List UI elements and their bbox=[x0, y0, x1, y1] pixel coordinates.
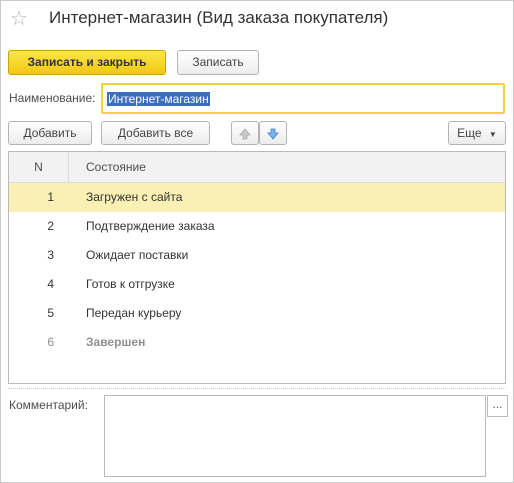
name-label: Наименование: bbox=[9, 91, 96, 105]
table-row[interactable]: 2 Подтверждение заказа bbox=[9, 212, 505, 241]
more-label: Еще bbox=[457, 126, 482, 140]
form-window: ☆ Интернет-магазин (Вид заказа покупател… bbox=[0, 0, 514, 483]
divider bbox=[8, 388, 506, 389]
row-state: Передан курьеру bbox=[86, 306, 182, 320]
caret-down-icon: ▼ bbox=[488, 130, 497, 139]
star-icon[interactable]: ☆ bbox=[10, 9, 30, 29]
states-table[interactable]: N Состояние 1 Загружен с сайта 2 Подтвер… bbox=[8, 151, 506, 384]
row-number: 1 bbox=[47, 190, 54, 204]
add-button[interactable]: Добавить bbox=[8, 121, 92, 145]
comment-select-button[interactable]: ... bbox=[487, 395, 508, 417]
move-down-button[interactable] bbox=[259, 121, 287, 145]
column-header-n[interactable]: N bbox=[9, 152, 69, 182]
name-field-value: Интернет-магазин bbox=[107, 91, 210, 106]
row-number: 6 bbox=[47, 335, 54, 349]
column-header-state[interactable]: Состояние bbox=[86, 152, 146, 182]
table-row[interactable]: 1 Загружен с сайта bbox=[9, 183, 505, 212]
add-all-button[interactable]: Добавить все bbox=[101, 121, 210, 145]
comment-label: Комментарий: bbox=[9, 398, 88, 412]
row-state: Завершен bbox=[86, 335, 146, 349]
row-number: 5 bbox=[47, 306, 54, 320]
window-title: Интернет-магазин (Вид заказа покупателя) bbox=[49, 8, 389, 27]
comment-field[interactable] bbox=[104, 395, 486, 477]
row-number: 4 bbox=[47, 277, 54, 291]
row-state: Готов к отгрузке bbox=[86, 277, 175, 291]
table-row[interactable]: 5 Передан курьеру bbox=[9, 299, 505, 328]
save-button[interactable]: Записать bbox=[177, 50, 259, 75]
arrow-up-icon bbox=[239, 126, 251, 140]
save-and-close-button[interactable]: Записать и закрыть bbox=[8, 50, 166, 75]
arrow-down-icon bbox=[267, 126, 279, 140]
row-number: 3 bbox=[47, 248, 54, 262]
row-state: Подтверждение заказа bbox=[86, 219, 215, 233]
more-button[interactable]: Еще ▼ bbox=[448, 121, 506, 145]
table-row[interactable]: 6 Завершен bbox=[9, 328, 505, 357]
row-state: Загружен с сайта bbox=[86, 190, 183, 204]
move-up-button[interactable] bbox=[231, 121, 259, 145]
table-row[interactable]: 4 Готов к отгрузке bbox=[9, 270, 505, 299]
name-field[interactable]: Интернет-магазин bbox=[101, 83, 505, 114]
row-number: 2 bbox=[47, 219, 54, 233]
table-header: N Состояние bbox=[9, 152, 505, 183]
table-row[interactable]: 3 Ожидает поставки bbox=[9, 241, 505, 270]
row-state: Ожидает поставки bbox=[86, 248, 189, 262]
